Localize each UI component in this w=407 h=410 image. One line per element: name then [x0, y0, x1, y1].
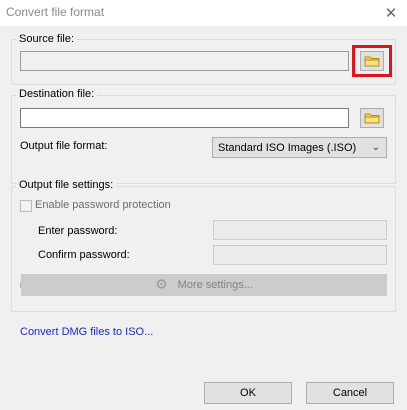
cancel-button[interactable]: Cancel — [306, 382, 394, 404]
destination-file-label: Destination file: — [16, 88, 98, 100]
close-button[interactable]: ✕ — [375, 0, 407, 26]
output-format-value: Standard ISO Images (.ISO) — [218, 141, 357, 154]
source-file-input[interactable] — [20, 51, 349, 71]
source-browse-button[interactable] — [360, 51, 384, 71]
destination-browse-button[interactable] — [360, 108, 384, 128]
chevron-down-icon: ⌄ — [371, 142, 380, 153]
enter-password-input[interactable] — [213, 220, 387, 240]
output-format-select[interactable]: Standard ISO Images (.ISO) ⌄ — [212, 137, 387, 158]
password-protection-label: Enable password protection — [35, 199, 171, 211]
output-format-label: Output file format: — [20, 140, 108, 152]
ok-button[interactable]: OK — [204, 382, 292, 404]
source-file-label: Source file: — [16, 33, 78, 45]
title-bar: Convert file format ✕ — [0, 0, 407, 26]
more-settings-button[interactable]: ⚙ More settings... — [21, 274, 387, 296]
folder-icon — [364, 56, 380, 67]
close-icon: ✕ — [384, 4, 398, 22]
destination-file-input[interactable] — [20, 108, 349, 128]
gear-icon: ⚙ — [155, 277, 168, 293]
confirm-password-label: Confirm password: — [38, 249, 130, 261]
window-title: Convert file format — [6, 5, 105, 19]
more-settings-label: More settings... — [177, 279, 253, 291]
convert-dmg-link[interactable]: Convert DMG files to ISO... — [20, 326, 153, 338]
dialog-body: Source file: Destination file: Output fi… — [0, 26, 407, 410]
folder-icon — [364, 113, 380, 124]
confirm-password-input[interactable] — [213, 245, 387, 265]
output-settings-label: Output file settings: — [16, 179, 117, 191]
enter-password-label: Enter password: — [38, 225, 118, 237]
password-protection-checkbox[interactable] — [20, 200, 32, 212]
